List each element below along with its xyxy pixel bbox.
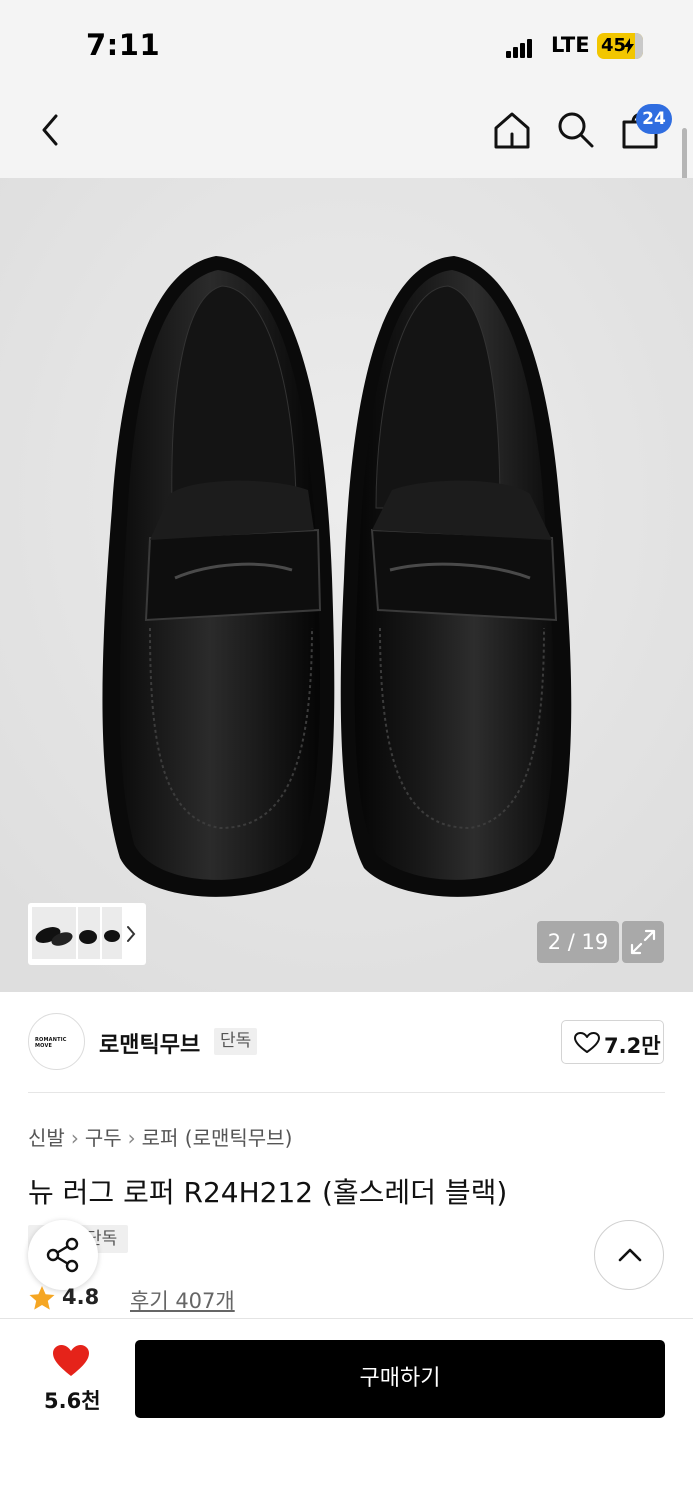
brand-like-button[interactable]: 7.2만	[561, 1020, 664, 1064]
status-time: 7:11	[86, 28, 161, 62]
image-counter: 2 / 19	[537, 921, 619, 963]
status-bar: 7:11 LTE 45	[0, 0, 693, 90]
battery-icon: 45	[597, 33, 643, 59]
product-image	[0, 178, 693, 992]
product-title: 뉴 러그 로퍼 R24H212 (홀스레더 블랙)	[28, 1176, 508, 1209]
rating-value: 4.8	[62, 1285, 100, 1309]
cart-count-badge: 24	[636, 104, 672, 134]
chevron-right-icon[interactable]	[124, 923, 138, 945]
product-image-gallery[interactable]: 2 / 19	[0, 178, 693, 992]
brand-logo[interactable]: ROMANTIC MOVE	[28, 1013, 85, 1070]
breadcrumb-item-loafers[interactable]: 로퍼 (로맨틱무브)	[142, 1126, 293, 1150]
brand-like-count: 7.2만	[604, 1034, 661, 1058]
search-icon[interactable]	[556, 110, 596, 150]
buy-button[interactable]: 구매하기	[135, 1340, 665, 1418]
divider	[28, 1092, 665, 1093]
network-label: LTE	[551, 33, 590, 57]
breadcrumb-item-dress-shoes[interactable]: 구두	[85, 1126, 122, 1150]
breadcrumb-separator-icon: ›	[70, 1126, 79, 1150]
thumbnail-strip[interactable]	[28, 903, 146, 965]
breadcrumb-item-shoes[interactable]: 신발	[28, 1126, 65, 1150]
breadcrumb: 신발 › 구두 › 로퍼 (로맨틱무브)	[28, 1122, 292, 1151]
chevron-up-icon	[618, 1248, 642, 1262]
signal-icon	[506, 36, 534, 58]
expand-button[interactable]	[622, 921, 664, 963]
expand-icon	[630, 929, 656, 955]
brand-name[interactable]: 로맨틱무브	[99, 1027, 200, 1059]
share-button[interactable]	[28, 1220, 98, 1290]
wish-heart-icon[interactable]	[52, 1344, 90, 1378]
home-icon[interactable]	[492, 110, 532, 150]
brand-exclusive-tag: 단독	[214, 1028, 258, 1055]
scroll-top-button[interactable]	[594, 1220, 664, 1290]
heart-outline-icon	[574, 1032, 600, 1053]
share-icon	[46, 1237, 79, 1273]
review-count-link[interactable]: 후기 407개	[130, 1285, 235, 1315]
brand-logo-text: ROMANTIC MOVE	[35, 1037, 67, 1049]
back-icon[interactable]	[36, 112, 64, 148]
star-icon	[29, 1286, 55, 1310]
wish-count: 5.6천	[44, 1389, 101, 1413]
breadcrumb-separator-icon: ›	[127, 1126, 136, 1150]
